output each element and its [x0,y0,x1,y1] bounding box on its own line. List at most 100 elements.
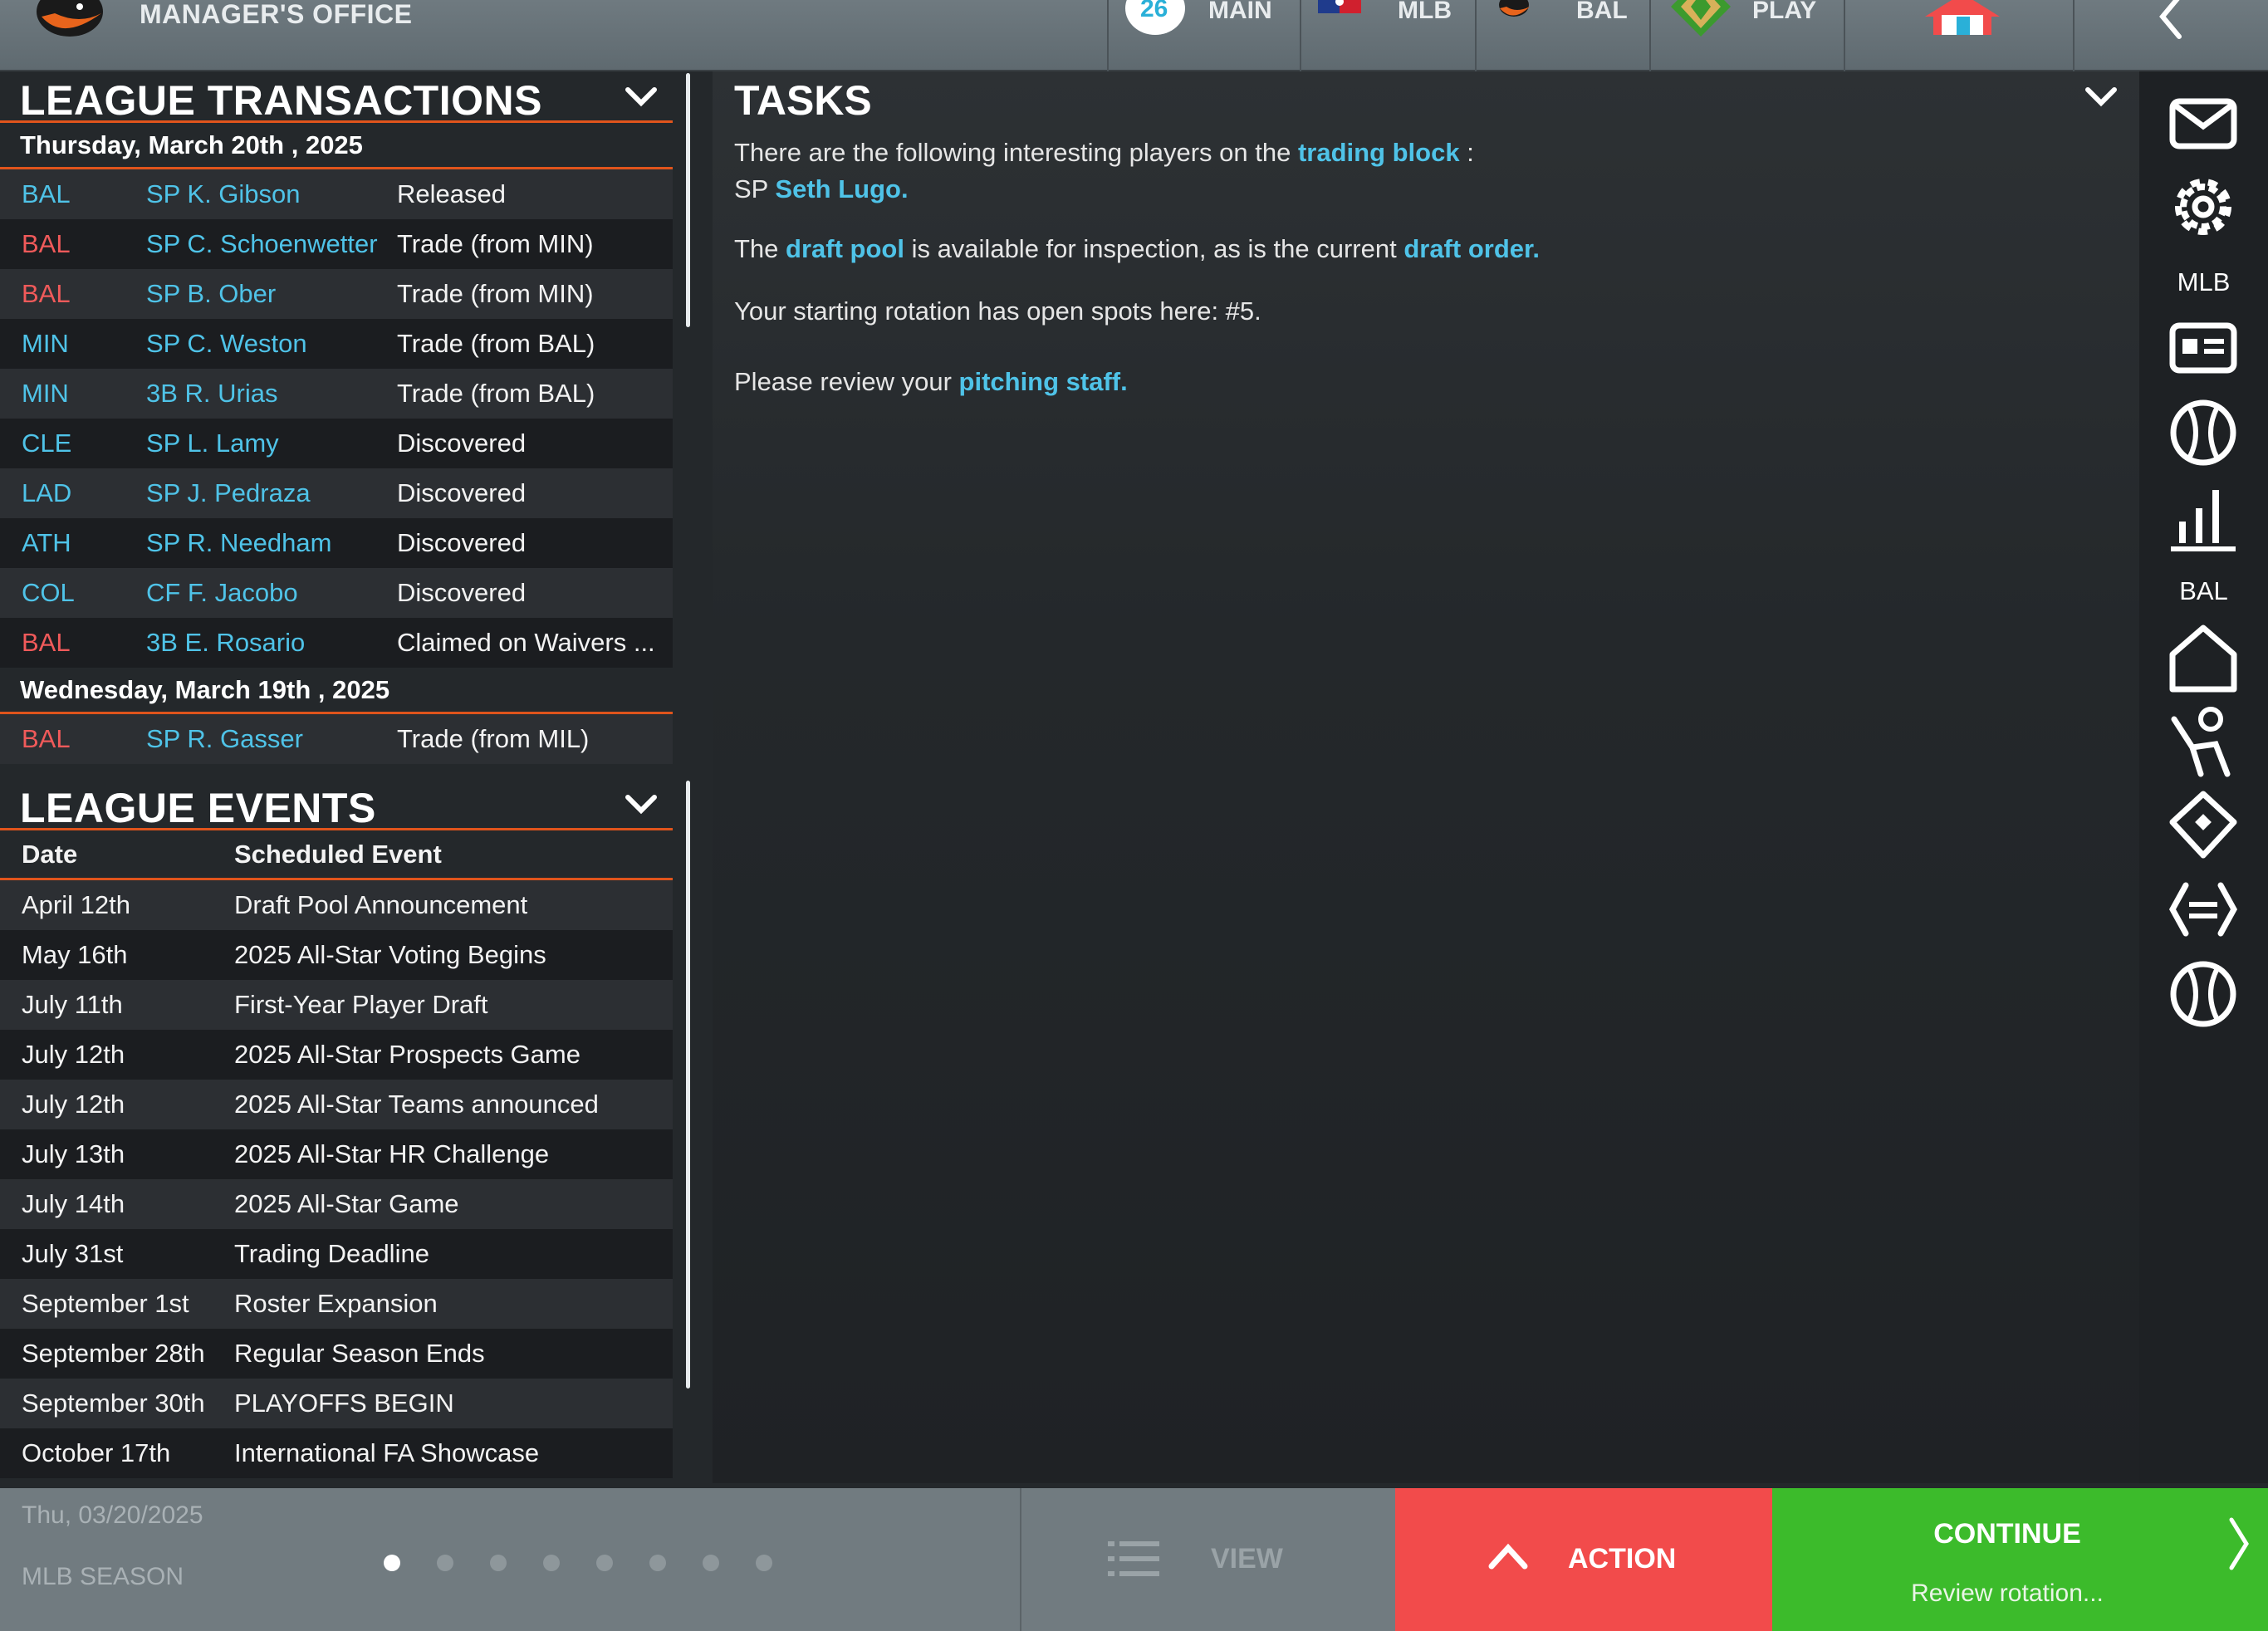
event-date: July 12th [22,1090,125,1119]
player-link[interactable]: CF F. Jacobo [146,578,397,608]
page-dot[interactable] [437,1555,453,1571]
player-link[interactable]: SP L. Lamy [146,429,397,458]
table-row[interactable]: BAL 3B E. Rosario Claimed on Waivers ... [0,618,673,668]
table-row: July 12th 2025 All-Star Teams announced [0,1080,673,1129]
team-abbr-link[interactable]: BAL [0,179,146,209]
transaction-date-header: Thursday, March 20th , 2025 [0,123,673,169]
league-transactions-header: LEAGUE TRANSACTIONS [0,71,673,124]
task-text: Please review your [734,367,959,396]
league-events-header: LEAGUE EVENTS [0,779,673,831]
team-abbr-link[interactable]: BAL [0,628,146,658]
table-row: July 12th 2025 All-Star Prospects Game [0,1030,673,1080]
event-date: October 17th [22,1438,171,1467]
events-scrollbar[interactable] [686,781,690,1389]
event-name: 2025 All-Star Teams announced [234,1090,599,1119]
bar-chart-icon[interactable] [2168,482,2239,553]
team-abbr-link[interactable]: BAL [0,724,146,754]
team-abbr-link[interactable]: CLE [0,429,146,458]
tab-bal[interactable]: BAL [1475,0,1649,71]
transaction-type: Trade (from BAL) [397,329,595,358]
task-text: SP [734,174,776,203]
current-date: Thu, 03/20/2025 [22,1501,203,1529]
page-dot[interactable] [649,1555,666,1571]
player-link[interactable]: SP C. Weston [146,329,397,359]
page-dot[interactable] [596,1555,613,1571]
table-row[interactable]: MIN 3B R. Urias Trade (from BAL) [0,369,673,419]
team-abbr-link[interactable]: MIN [0,329,146,359]
page-dot[interactable] [756,1555,772,1571]
player-link[interactable]: SP R. Gasser [146,724,397,754]
transaction-type: Released [397,179,506,208]
trade-arrows-icon[interactable] [2168,874,2239,945]
team-abbr-link[interactable]: ATH [0,528,146,558]
event-date: September 30th [22,1389,205,1418]
event-name: 2025 All-Star HR Challenge [234,1139,550,1168]
table-row[interactable]: ATH SP R. Needham Discovered [0,518,673,568]
draft-order-link[interactable]: draft order. [1403,234,1540,263]
home-button[interactable] [1844,0,2073,71]
player-link[interactable]: 3B R. Urias [146,379,397,409]
back-button[interactable] [2073,0,2268,71]
player-link[interactable]: SP R. Needham [146,528,397,558]
task-text: is available for inspection, as is the c… [904,234,1404,263]
gear-icon[interactable] [2168,171,2239,242]
tab-play[interactable]: PLAY [1649,0,1844,71]
chevron-right-icon [2229,1517,2249,1570]
continue-label: CONTINUE [1933,1518,2081,1550]
tab-main[interactable]: 26 MAIN [1107,0,1300,71]
top-bar: MANAGER'S OFFICE 26 MAIN MLB BAL PLAY [0,0,2268,71]
mlb-logo-icon [1318,0,1361,13]
table-row: September 30th PLAYOFFS BEGIN [0,1379,673,1428]
baseball-icon[interactable] [2168,958,2239,1030]
table-row[interactable]: CLE SP L. Lamy Discovered [0,419,673,468]
id-card-icon[interactable] [2168,312,2239,384]
page-dot[interactable] [543,1555,560,1571]
event-name: Regular Season Ends [234,1339,485,1368]
player-link[interactable]: SP B. Ober [146,279,397,309]
page-dot[interactable] [384,1555,400,1571]
action-button[interactable]: ACTION [1395,1488,1772,1631]
diamond-icon[interactable] [2168,789,2239,860]
view-label: VIEW [1211,1543,1283,1575]
transaction-type: Trade (from MIN) [397,279,594,308]
tab-mlb[interactable]: MLB [1300,0,1475,71]
mail-icon[interactable] [2168,88,2239,159]
player-link[interactable]: SP C. Schoenwetter [146,229,397,259]
table-row[interactable]: BAL SP R. Gasser Trade (from MIL) [0,714,673,764]
transaction-list: BAL SP R. Gasser Trade (from MIL) [0,714,673,764]
pitcher-icon[interactable] [2168,706,2239,777]
team-abbr-link[interactable]: LAD [0,478,146,508]
chevron-down-icon[interactable] [2084,85,2118,110]
table-row: April 12th Draft Pool Announcement [0,880,673,930]
team-abbr-link[interactable]: MIN [0,379,146,409]
page-dot[interactable] [703,1555,719,1571]
page-dot[interactable] [490,1555,507,1571]
continue-button[interactable]: CONTINUE Review rotation... [1772,1488,2268,1631]
event-date: April 12th [22,890,130,919]
table-row[interactable]: BAL SP B. Ober Trade (from MIN) [0,269,673,319]
table-row[interactable]: BAL SP C. Schoenwetter Trade (from MIN) [0,219,673,269]
player-link[interactable]: SP K. Gibson [146,179,397,209]
table-row[interactable]: BAL SP K. Gibson Released [0,169,673,219]
table-row[interactable]: COL CF F. Jacobo Discovered [0,568,673,618]
transactions-scrollbar[interactable] [686,73,690,327]
team-abbr-link[interactable]: BAL [0,229,146,259]
event-date: July 13th [22,1139,125,1168]
table-row[interactable]: LAD SP J. Pedraza Discovered [0,468,673,518]
trading-block-link[interactable]: trading block [1298,138,1460,167]
team-abbr-link[interactable]: BAL [0,279,146,309]
chevron-down-icon[interactable] [625,85,658,110]
events-list: April 12th Draft Pool Announcement May 16t… [0,880,673,1478]
pitching-staff-link[interactable]: pitching staff. [959,367,1128,396]
player-link[interactable]: 3B E. Rosario [146,628,397,658]
table-row[interactable]: MIN SP C. Weston Trade (from BAL) [0,319,673,369]
seth-lugo-link[interactable]: Seth Lugo. [775,174,908,203]
draft-pool-link[interactable]: draft pool [786,234,904,263]
chevron-down-icon[interactable] [625,792,658,817]
player-link[interactable]: SP J. Pedraza [146,478,397,508]
view-button[interactable]: VIEW [1020,1488,1395,1631]
event-name: International FA Showcase [234,1438,540,1467]
team-abbr-link[interactable]: COL [0,578,146,608]
baseball-icon[interactable] [2168,397,2239,468]
home-plate-icon[interactable] [2168,623,2239,694]
